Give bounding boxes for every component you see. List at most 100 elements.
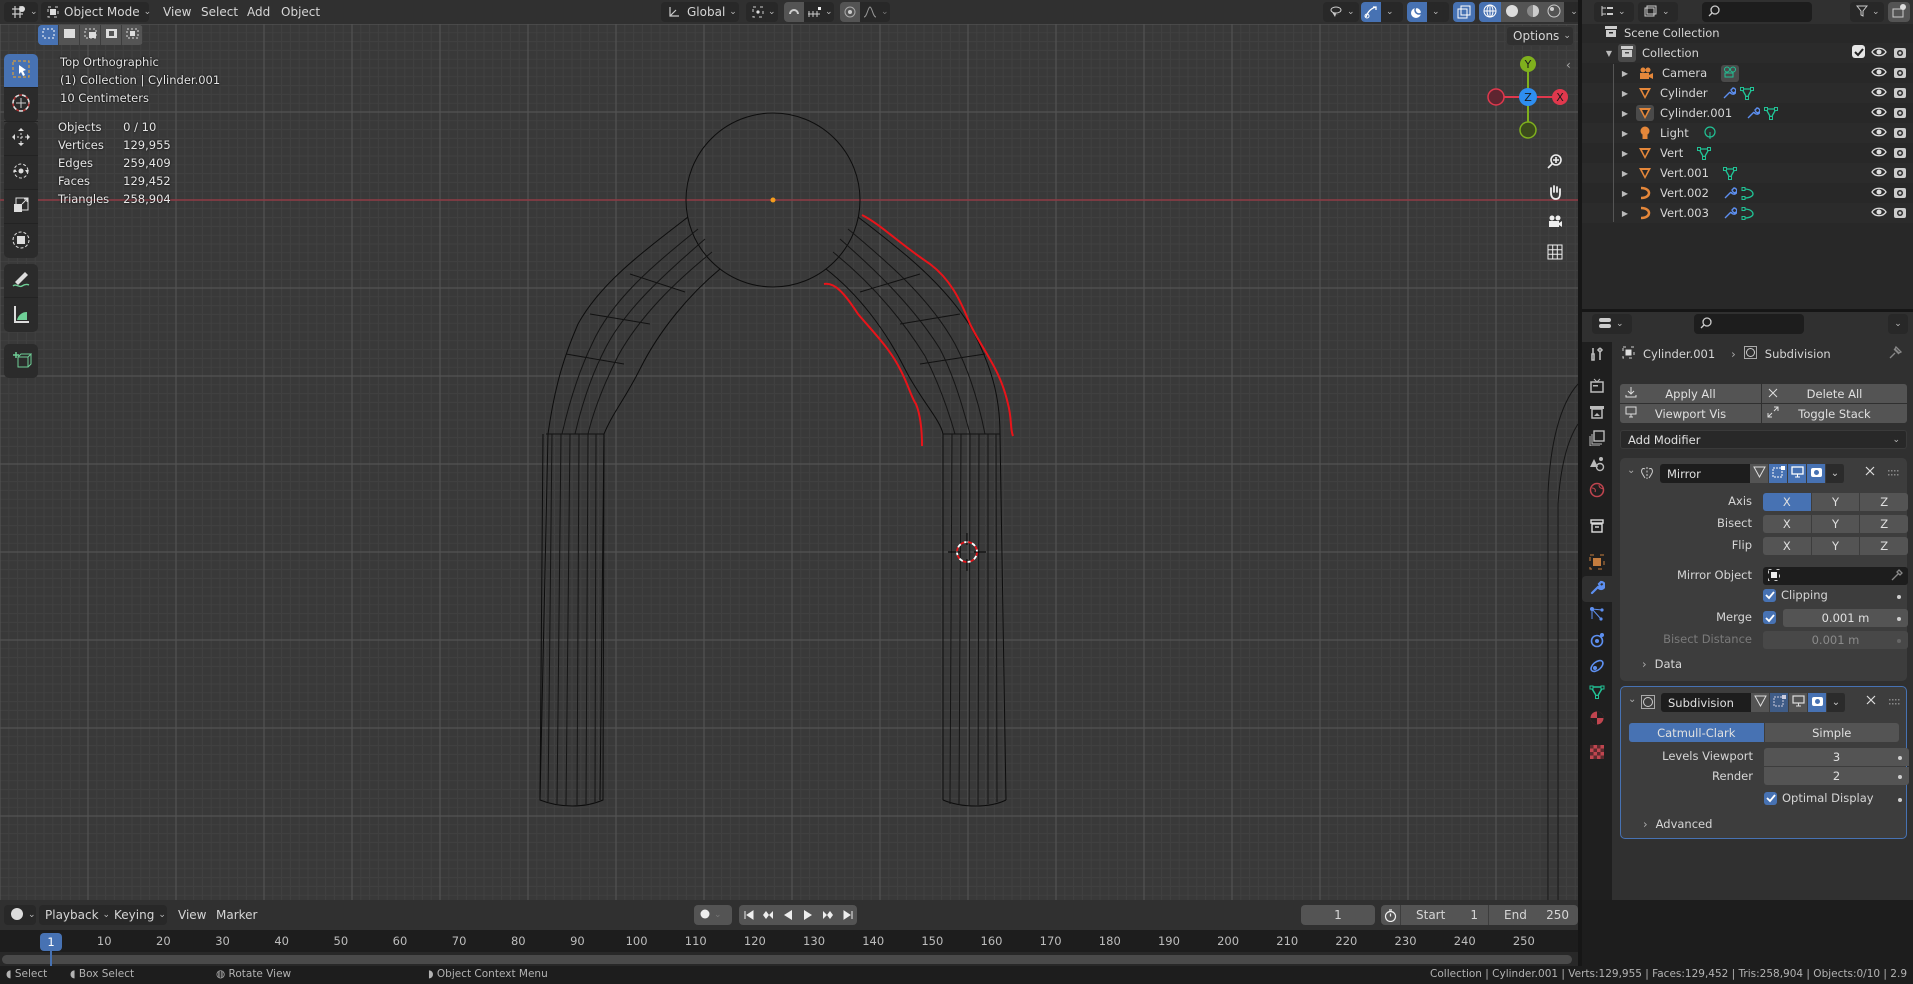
- toggle-ortho-button[interactable]: [1542, 240, 1568, 266]
- transform-orientation-dropdown[interactable]: Global ⌄: [661, 2, 739, 22]
- merge-checkbox[interactable]: [1763, 611, 1776, 624]
- exclude-checkbox[interactable]: [1852, 45, 1865, 58]
- selectability-dropdown[interactable]: ⌄: [1323, 2, 1359, 22]
- properties-options-dropdown[interactable]: ⌄: [1888, 314, 1908, 334]
- xray-toggle[interactable]: [1453, 2, 1475, 22]
- gizmo-toggle[interactable]: [1361, 2, 1381, 22]
- add-modifier-dropdown[interactable]: Add Modifier ⌄: [1620, 430, 1907, 449]
- tab-modifiers[interactable]: [1582, 576, 1612, 602]
- drag-handle[interactable]: [1889, 695, 1901, 709]
- play-reverse-button[interactable]: [778, 905, 798, 925]
- wrench-icon[interactable]: [1723, 186, 1737, 200]
- modifier-extras-dropdown[interactable]: ⌄: [1826, 464, 1845, 483]
- expand-triangle-icon[interactable]: ▶: [1620, 209, 1630, 218]
- 3d-viewport[interactable]: Top Orthographic (1) Collection | Cylind…: [0, 24, 1578, 900]
- camera-view-button[interactable]: [1542, 210, 1568, 236]
- wrench-icon[interactable]: [1723, 206, 1737, 220]
- tab-view-layer[interactable]: [1582, 426, 1612, 452]
- keyframe-dot[interactable]: [1897, 595, 1901, 599]
- pin-button[interactable]: [1889, 345, 1903, 362]
- expand-triangle-icon[interactable]: ▶: [1620, 69, 1630, 78]
- render-camera-icon[interactable]: [1893, 65, 1907, 82]
- select-extend-button[interactable]: [59, 25, 80, 45]
- wrench-icon[interactable]: [1722, 86, 1736, 100]
- play-button[interactable]: [798, 905, 818, 925]
- outliner-row[interactable]: ▶ Vert.001: [1582, 163, 1913, 183]
- pivot-point-dropdown[interactable]: ⌄: [746, 2, 778, 22]
- modifier-name-field[interactable]: Mirror: [1660, 464, 1750, 483]
- flip-z-toggle[interactable]: Z: [1860, 537, 1908, 555]
- overlay-toggle[interactable]: [1407, 2, 1427, 22]
- tab-texture[interactable]: [1582, 740, 1612, 766]
- mesh-data-icon[interactable]: [1697, 146, 1712, 160]
- mode-dropdown[interactable]: Object Mode ⌄: [41, 2, 151, 22]
- eye-icon[interactable]: [1871, 105, 1887, 122]
- mesh-data-icon[interactable]: [1722, 166, 1737, 180]
- timeline-menu-marker[interactable]: Marker: [210, 905, 263, 925]
- tab-data[interactable]: [1582, 680, 1612, 706]
- bisect-distance-field[interactable]: 0.001 m: [1763, 631, 1908, 649]
- flip-x-toggle[interactable]: X: [1763, 537, 1812, 555]
- bisect-x-toggle[interactable]: X: [1763, 515, 1812, 533]
- wrench-icon[interactable]: [1746, 106, 1761, 120]
- outliner-row[interactable]: ▶ Vert: [1582, 143, 1913, 163]
- sidebar-toggle-arrow[interactable]: ‹: [1566, 58, 1571, 72]
- keyframe-dot[interactable]: [1897, 617, 1901, 621]
- optimal-display-checkbox[interactable]: [1764, 791, 1777, 805]
- shading-material-button[interactable]: [1522, 2, 1543, 22]
- expand-triangle-icon[interactable]: ▶: [1620, 169, 1630, 178]
- end-frame-field[interactable]: End 250: [1489, 905, 1577, 925]
- outliner-row-collection[interactable]: ▼ Collection: [1582, 43, 1913, 63]
- eye-icon[interactable]: [1871, 85, 1887, 102]
- eye-icon[interactable]: [1871, 185, 1887, 202]
- menu-object[interactable]: Object: [275, 2, 326, 22]
- snap-target-dropdown[interactable]: ⌄: [804, 2, 834, 22]
- edit-mode-toggle[interactable]: [1751, 693, 1770, 712]
- expand-triangle-icon[interactable]: ▶: [1620, 189, 1630, 198]
- zoom-view-button[interactable]: [1542, 150, 1568, 176]
- bisect-z-toggle[interactable]: Z: [1860, 515, 1908, 533]
- eye-icon[interactable]: [1871, 165, 1887, 182]
- start-frame-field[interactable]: Start 1: [1401, 905, 1489, 925]
- proportional-edit-toggle[interactable]: [840, 2, 860, 22]
- expand-triangle-icon[interactable]: ▶: [1620, 129, 1630, 138]
- eye-icon[interactable]: [1871, 125, 1887, 142]
- bisect-y-toggle[interactable]: Y: [1811, 515, 1861, 533]
- collapse-chevron-icon[interactable]: ⌄: [1627, 465, 1635, 476]
- render-camera-icon[interactable]: [1893, 125, 1907, 142]
- pan-view-button[interactable]: [1542, 180, 1568, 206]
- auto-keying-toggle[interactable]: ⌄: [694, 905, 732, 925]
- shading-rendered-button[interactable]: [1543, 2, 1564, 22]
- tab-material[interactable]: [1582, 706, 1612, 732]
- viewport-vis-button[interactable]: Viewport Vis: [1620, 404, 1761, 423]
- timeline-menu-view[interactable]: View: [172, 905, 212, 925]
- playhead-frame-indicator[interactable]: 1: [40, 933, 62, 951]
- snap-toggle[interactable]: [784, 2, 804, 22]
- keyframe-dot[interactable]: [1897, 639, 1901, 643]
- tool-measure[interactable]: [4, 298, 38, 332]
- tab-constraints[interactable]: [1582, 654, 1612, 680]
- eye-icon[interactable]: [1871, 65, 1887, 82]
- render-camera-icon[interactable]: [1893, 185, 1907, 202]
- falloff-dropdown[interactable]: ⌄: [860, 2, 890, 22]
- outliner-row[interactable]: ▶ Cylinder.001: [1582, 103, 1913, 123]
- remove-modifier-button[interactable]: [1865, 465, 1875, 479]
- keyframe-dot[interactable]: [1898, 798, 1902, 802]
- select-new-button[interactable]: [38, 25, 59, 45]
- merge-distance-field[interactable]: 0.001 m: [1783, 609, 1908, 627]
- keyframe-dot[interactable]: [1898, 775, 1902, 779]
- tab-tool[interactable]: [1582, 342, 1612, 368]
- simple-option[interactable]: Simple: [1764, 723, 1899, 742]
- outliner-row[interactable]: ▶ Light: [1582, 123, 1913, 143]
- menu-view[interactable]: View: [157, 2, 197, 22]
- tool-add-cube[interactable]: [4, 344, 38, 378]
- curve-data-icon[interactable]: [1741, 186, 1755, 200]
- keying-dropdown[interactable]: Keying ⌄: [108, 905, 167, 925]
- keyframe-dot[interactable]: [1898, 756, 1902, 760]
- preview-range-toggle[interactable]: [1381, 905, 1401, 925]
- properties-editor-type[interactable]: ⌄: [1592, 314, 1632, 334]
- tool-scale[interactable]: [4, 190, 38, 224]
- timeline-track-area[interactable]: [0, 952, 1578, 966]
- prev-keyframe-button[interactable]: [758, 905, 778, 925]
- filter-dropdown[interactable]: ⌄: [1850, 2, 1884, 22]
